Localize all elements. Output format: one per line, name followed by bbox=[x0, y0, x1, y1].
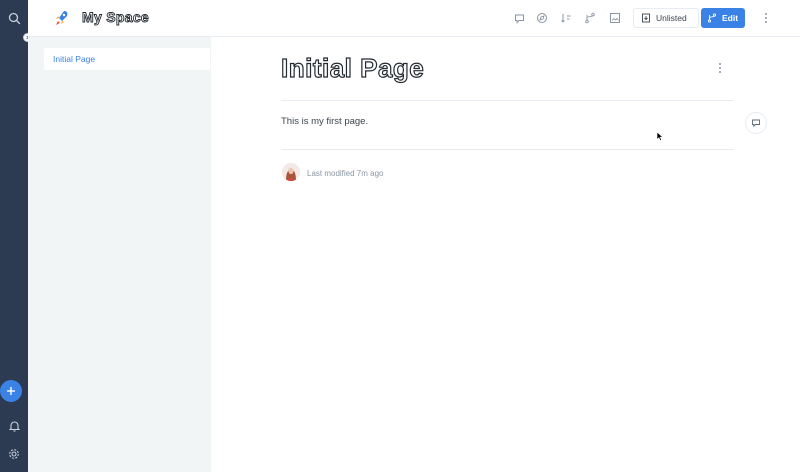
edit-button[interactable]: Edit bbox=[701, 8, 745, 28]
divider bbox=[281, 100, 734, 101]
app-window: My Space Unlisted Edit Initial Page Init… bbox=[0, 0, 800, 472]
publish-icon bbox=[642, 13, 650, 23]
avatar[interactable] bbox=[282, 163, 300, 181]
divider bbox=[281, 149, 734, 150]
bell-icon[interactable] bbox=[4, 416, 24, 436]
comment-icon bbox=[752, 119, 760, 128]
unlisted-label: Unlisted bbox=[656, 13, 687, 23]
edit-label: Edit bbox=[722, 13, 739, 23]
page-title: Initial Page bbox=[280, 52, 425, 83]
sidebar-item-initial-page[interactable]: Initial Page bbox=[44, 48, 210, 70]
unlisted-button[interactable]: Unlisted bbox=[633, 8, 699, 28]
top-header: My Space Unlisted Edit bbox=[28, 0, 800, 37]
search-icon[interactable] bbox=[4, 8, 24, 28]
left-rail bbox=[0, 0, 28, 472]
plus-icon bbox=[7, 387, 15, 395]
add-button[interactable] bbox=[0, 380, 22, 402]
gear-icon[interactable] bbox=[4, 444, 24, 464]
space-title[interactable]: My Space bbox=[82, 9, 150, 26]
mouse-cursor-icon bbox=[656, 131, 664, 142]
edit-branch-icon bbox=[707, 13, 717, 23]
image-icon[interactable] bbox=[608, 11, 622, 25]
last-modified-text: Last modified 7m ago bbox=[307, 169, 384, 178]
page-options-icon[interactable] bbox=[716, 62, 724, 74]
add-comment-button[interactable] bbox=[745, 112, 767, 134]
page-body-text: This is my first page. bbox=[281, 116, 369, 127]
sidebar-item-label: Initial Page bbox=[53, 54, 96, 64]
branch-icon[interactable] bbox=[583, 11, 597, 25]
sort-icon[interactable] bbox=[559, 11, 573, 25]
sidebar: Initial Page bbox=[28, 37, 211, 472]
comment-icon[interactable] bbox=[512, 11, 526, 25]
more-icon[interactable] bbox=[761, 11, 771, 25]
rocket-logo-icon bbox=[54, 9, 70, 27]
compass-icon[interactable] bbox=[535, 11, 549, 25]
